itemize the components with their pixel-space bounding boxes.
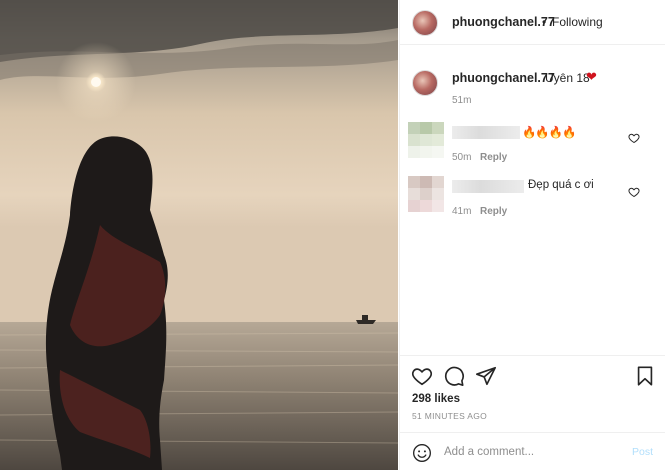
following-button[interactable]: Following [552, 15, 603, 29]
comment-icon[interactable] [443, 365, 465, 387]
sunset-beach-silhouette-image [0, 0, 398, 470]
comment-time[interactable]: 41m [452, 206, 471, 217]
caption-time[interactable]: 51m [452, 95, 471, 106]
mosaic-tile [432, 146, 444, 158]
mosaic-tile [420, 146, 432, 158]
caption-avatar[interactable] [412, 70, 438, 96]
reply-button[interactable]: Reply [480, 206, 507, 217]
share-icon[interactable] [475, 365, 497, 387]
mosaic-tile [408, 176, 420, 188]
mosaic-tile [420, 200, 432, 212]
caption-username[interactable]: phuongchanel.77 [452, 71, 555, 85]
author-username[interactable]: phuongchanel.77 [452, 15, 555, 29]
mosaic-tile [420, 176, 432, 188]
blurred-username [452, 180, 524, 193]
reply-button[interactable]: Reply [480, 152, 507, 163]
post-sidebar: phuongchanel.77 • Following phuongchanel… [399, 0, 665, 470]
blurred-avatar[interactable] [408, 176, 444, 212]
comment-input[interactable] [444, 442, 614, 462]
heart-icon[interactable] [411, 365, 433, 387]
likes-count[interactable]: 298 likes [412, 393, 460, 405]
mosaic-tile [432, 122, 444, 134]
emoji-icon[interactable] [412, 443, 432, 463]
mosaic-tile [408, 188, 420, 200]
bookmark-icon[interactable] [634, 365, 656, 387]
comment-time[interactable]: 50m [452, 152, 471, 163]
mosaic-tile [408, 134, 420, 146]
post-timestamp[interactable]: 51 MINUTES AGO [412, 411, 487, 421]
mosaic-tile [432, 134, 444, 146]
mosaic-tile [432, 176, 444, 188]
comment-like-heart-icon[interactable] [628, 186, 640, 198]
mosaic-tile [420, 188, 432, 200]
post-photo[interactable] [0, 0, 398, 470]
mosaic-tile [408, 200, 420, 212]
comment-text: 🔥🔥🔥🔥 [522, 127, 576, 139]
comment-item: 🔥🔥🔥🔥 50m Reply [400, 120, 665, 166]
post-comment-button[interactable]: Post [632, 446, 653, 458]
post-header: phuongchanel.77 • Following [400, 0, 665, 45]
mosaic-tile [408, 146, 420, 158]
mosaic-tile [432, 200, 444, 212]
caption-text: Uyên 18 [545, 71, 590, 85]
header-separator: • [542, 15, 547, 29]
comment-item: Đẹp quá c ơi 41m Reply [400, 174, 665, 220]
post-actions [400, 355, 665, 392]
blurred-avatar[interactable] [408, 122, 444, 158]
mosaic-tile [420, 134, 432, 146]
add-comment-bar: Post [400, 432, 665, 470]
mosaic-tile [432, 188, 444, 200]
red-heart-emoji: ❤ [586, 69, 597, 84]
mosaic-tile [408, 122, 420, 134]
comment-like-heart-icon[interactable] [628, 132, 640, 144]
blurred-username [452, 126, 520, 139]
comment-text: Đẹp quá c ơi [528, 179, 594, 191]
mosaic-tile [420, 122, 432, 134]
author-avatar[interactable] [412, 10, 438, 36]
